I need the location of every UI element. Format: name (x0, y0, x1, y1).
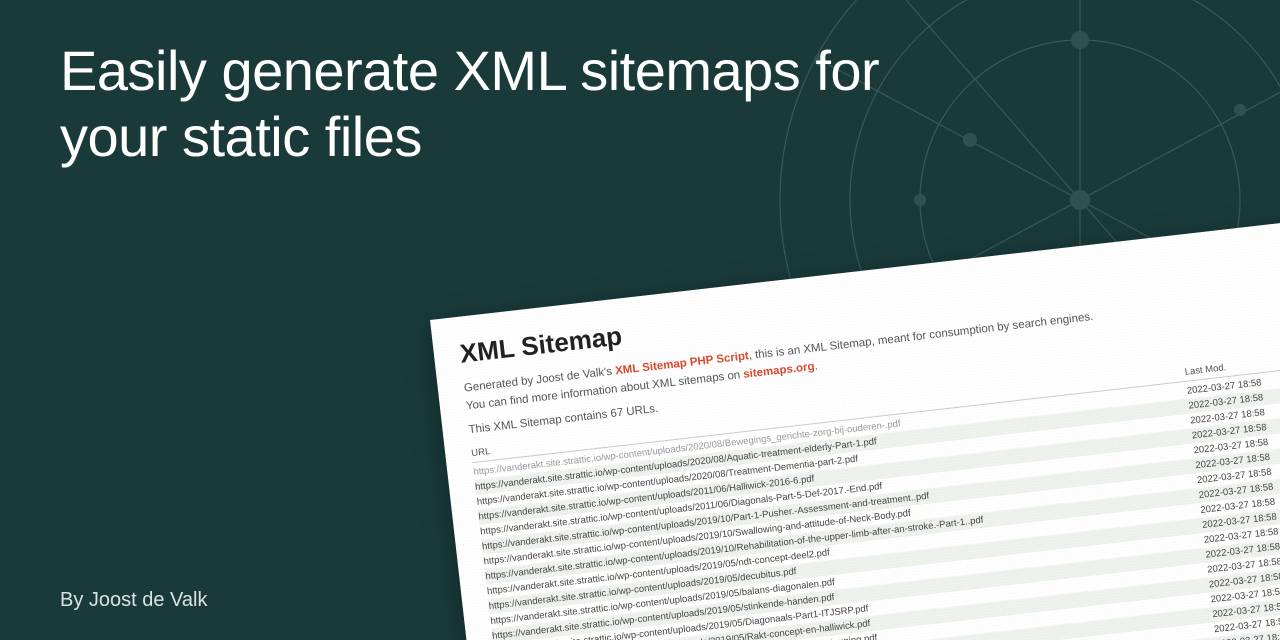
byline: By Joost de Valk (60, 589, 207, 612)
sitemap-card: XML Sitemap Generated by Joost de Valk's… (430, 220, 1280, 640)
page-title: Easily generate XML sitemaps for your st… (60, 38, 960, 170)
sitemaps-org-link[interactable]: sitemaps.org (743, 361, 815, 381)
desc-text: . (814, 361, 819, 373)
